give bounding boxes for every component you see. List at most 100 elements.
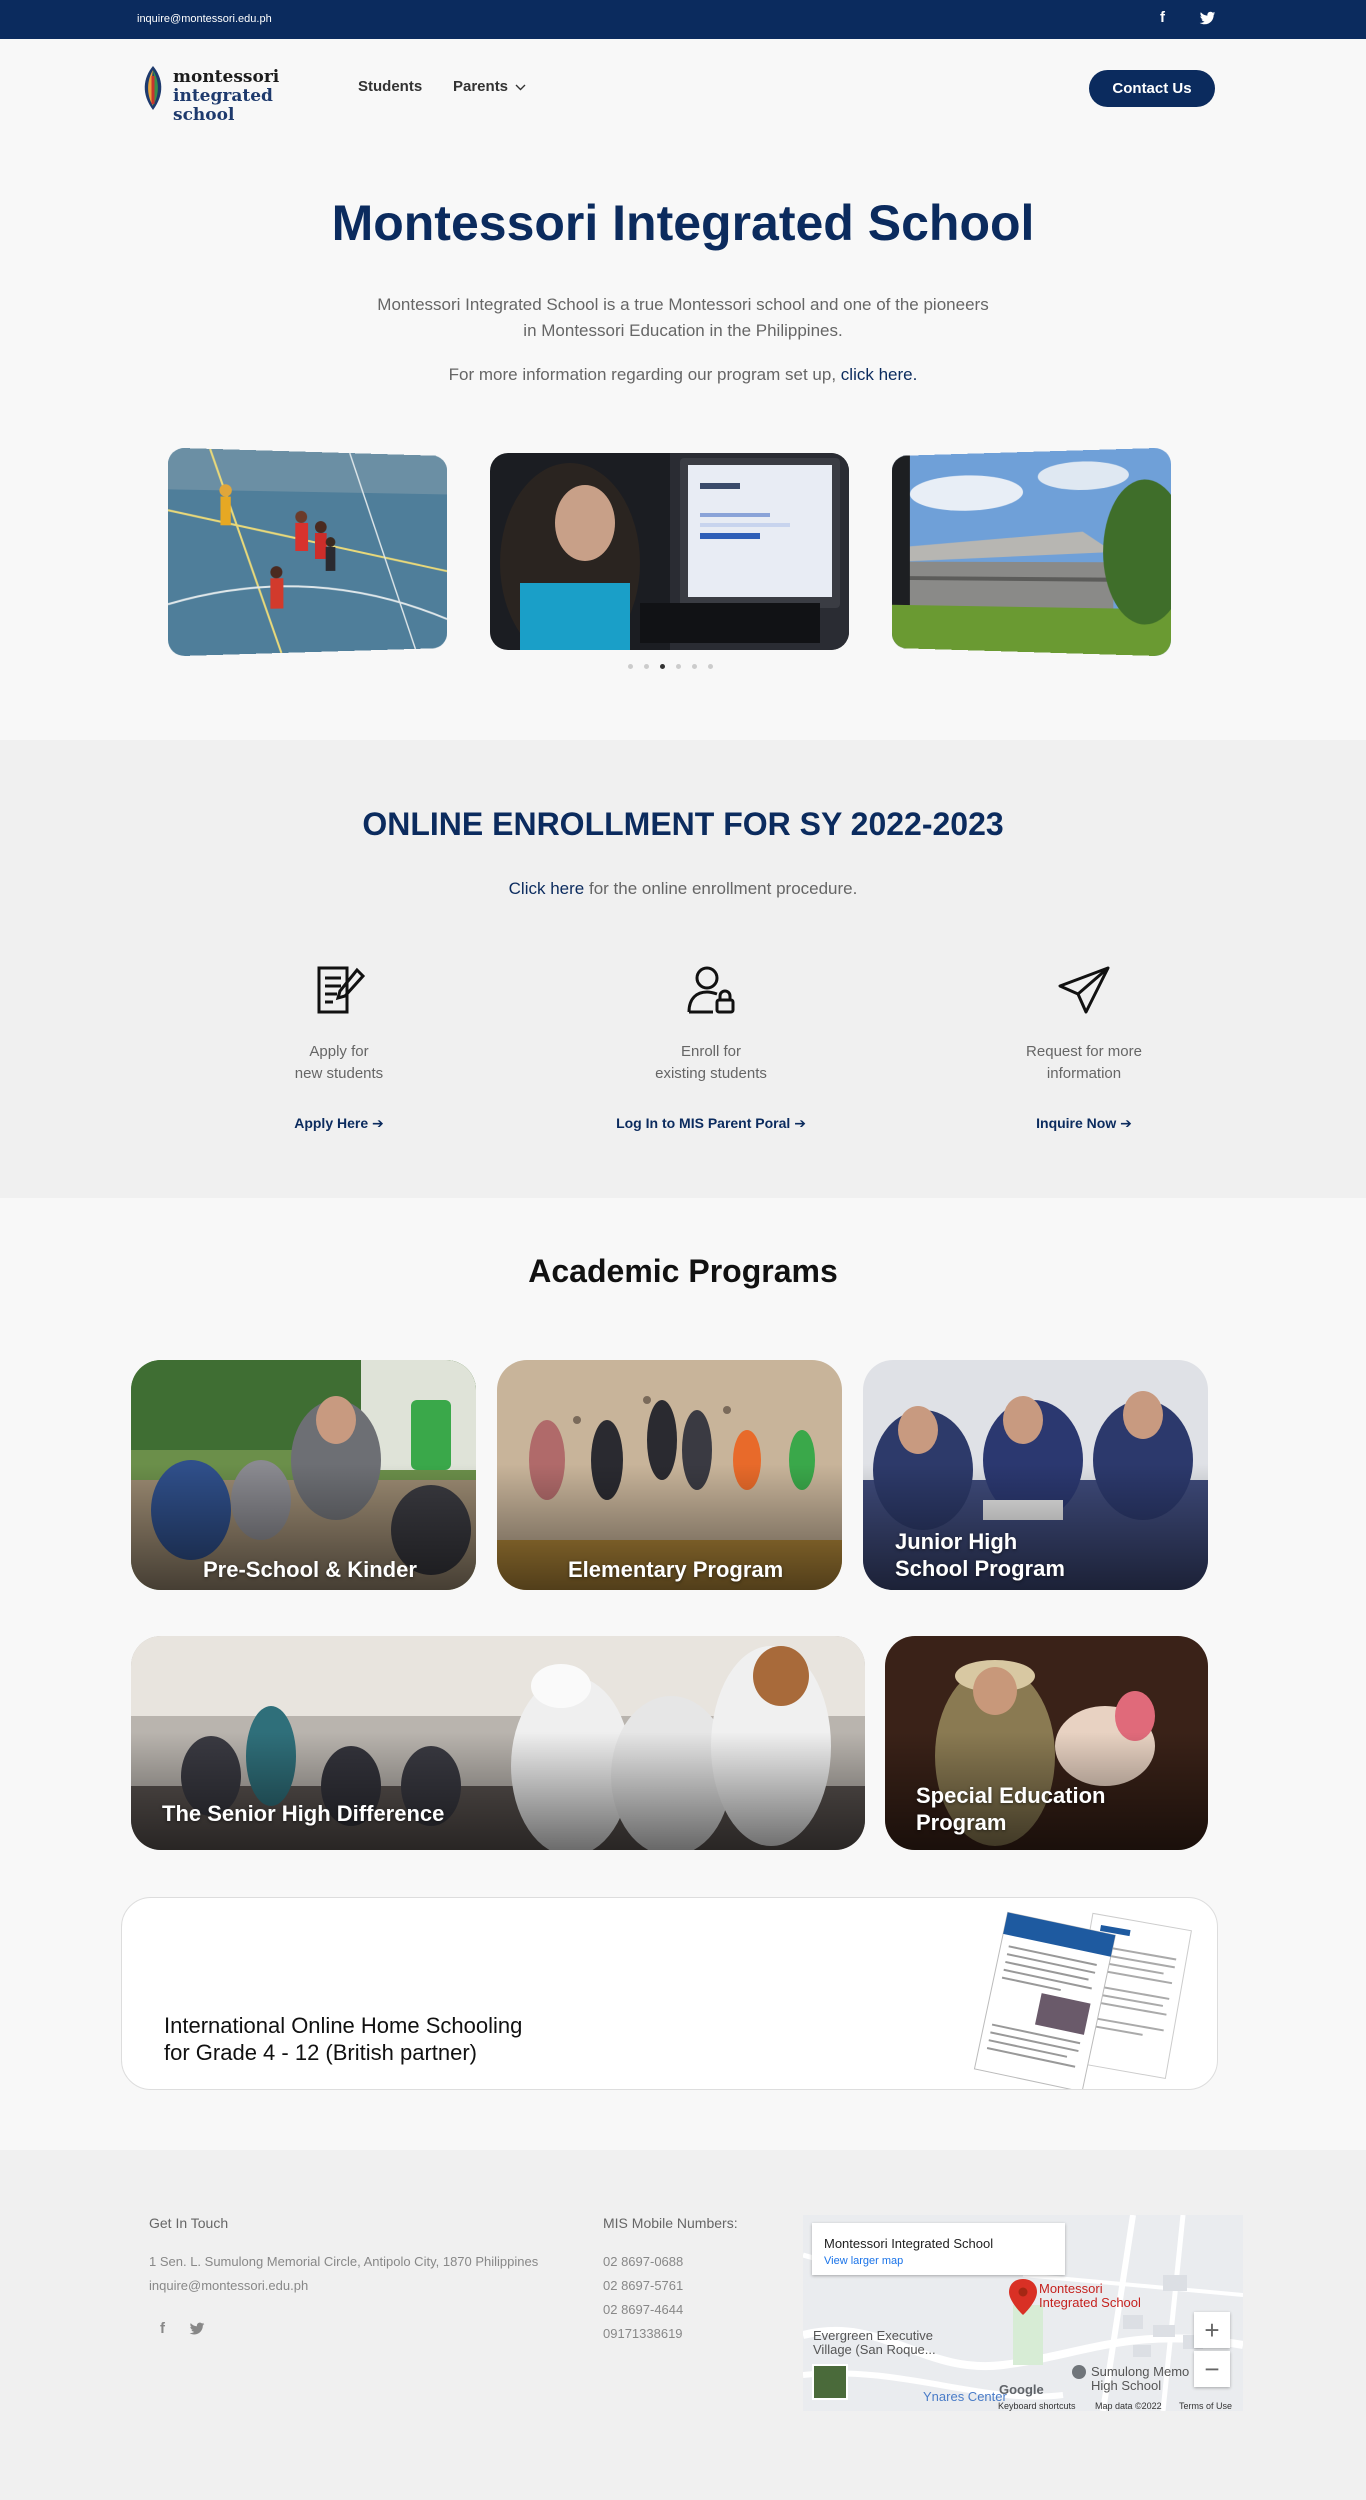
home-schooling-card[interactable]: International Online Home Schooling for … — [121, 1897, 1218, 2090]
arrow-right-icon: ➔ — [1120, 1115, 1132, 1131]
step-apply-line2: new students — [294, 1065, 384, 1082]
brochure-image — [973, 1911, 1192, 2089]
zoom-out-button[interactable]: − — [1194, 2351, 1230, 2387]
enrollment-subtitle: Click here for the online enrollment pro… — [0, 879, 1366, 899]
map-info-card: Montessori Integrated School View larger… — [812, 2223, 1065, 2275]
carousel-dot[interactable] — [628, 664, 633, 669]
program-card-junior-high[interactable]: Junior High School Program — [863, 1360, 1208, 1590]
nav-students[interactable]: Students — [358, 78, 422, 95]
card-label-junior-high: Junior High School Program — [895, 1528, 1065, 1582]
facebook-icon[interactable]: f — [160, 2320, 165, 2337]
map-label-sumulong-line1: Sumulong Memo — [1091, 2364, 1190, 2379]
map-pin-label-line2: Integrated School — [1039, 2295, 1141, 2310]
parent-portal-label: Log In to MIS Parent Poral — [616, 1115, 791, 1131]
twitter-icon[interactable] — [1199, 11, 1216, 26]
card-label-sped-line1: Special Education — [916, 1783, 1106, 1808]
nav-parents-label: Parents — [453, 78, 509, 95]
carousel-dot[interactable] — [644, 664, 649, 669]
card-label-sped-line2: Program — [916, 1810, 1007, 1835]
apply-here-label: Apply Here — [294, 1115, 369, 1131]
footer-email[interactable]: inquire@montessori.edu.ph — [149, 2278, 308, 2293]
footer-contact-info: 1 Sen. L. Sumulong Memorial Circle, Anti… — [149, 2250, 538, 2298]
top-bar: inquire@montessori.edu.ph f — [0, 0, 1366, 39]
step-inquire-line2: information — [1046, 1065, 1122, 1082]
document-pen-icon — [317, 966, 366, 1014]
student-computer-image — [490, 453, 849, 650]
view-larger-map-link[interactable]: View larger map — [824, 2255, 903, 2267]
carousel-dots — [628, 664, 713, 669]
footer-mobile-title: MIS Mobile Numbers: — [603, 2215, 738, 2231]
contact-us-button[interactable]: Contact Us — [1089, 70, 1215, 107]
map-label-sumulong-line2: High School — [1091, 2378, 1162, 2393]
program-card-special-education[interactable]: Special Education Program — [885, 1636, 1208, 1850]
map-label-evergreen-line1: Evergreen Executive — [813, 2328, 933, 2343]
program-card-preschool[interactable]: Pre-School & Kinder — [131, 1360, 476, 1590]
map-pin-label: Montessori Integrated School — [1039, 2282, 1141, 2310]
map-terms-link[interactable]: Terms of Use — [1179, 2401, 1232, 2411]
step-inquire-line1: Request for more — [1026, 1043, 1142, 1060]
map-label-ynares: Ynares Center — [923, 2389, 1007, 2404]
hero-description: Montessori Integrated School is a true M… — [377, 295, 989, 340]
facebook-icon[interactable]: f — [1160, 9, 1165, 26]
phone-number: 02 8697-0688 — [603, 2254, 684, 2269]
card-label-elementary: Elementary Program — [568, 1557, 784, 1582]
step-enroll-line2: existing students — [655, 1065, 767, 1082]
map-pin-label-line1: Montessori — [1039, 2281, 1103, 2296]
card-gradient — [131, 1732, 865, 1850]
card-label-preschool: Pre-School & Kinder — [203, 1557, 417, 1582]
apply-here-link[interactable]: Apply Here ➔ — [189, 1115, 489, 1132]
school-logo[interactable]: montessori integrated school — [137, 64, 317, 125]
carousel-dot-active[interactable] — [660, 664, 665, 669]
map-keyboard-shortcuts[interactable]: Keyboard shortcuts — [998, 2401, 1076, 2411]
enrollment-section: ONLINE ENROLLMENT FOR SY 2022-2023 Click… — [0, 740, 1366, 1198]
top-email-link[interactable]: inquire@montessori.edu.ph — [137, 13, 272, 25]
footer-phone-list: 02 8697-0688 02 8697-5761 02 8697-4644 0… — [603, 2250, 683, 2346]
carousel-slide-campus[interactable] — [891, 447, 1172, 657]
card-label-special-education: Special Education Program — [916, 1782, 1106, 1836]
basketball-court-image — [167, 447, 448, 657]
google-map[interactable]: Montessori Integrated School View larger… — [803, 2215, 1243, 2411]
phone-number: 02 8697-4644 — [603, 2302, 684, 2317]
map-label-evergreen-line2: Village (San Roque... — [813, 2342, 936, 2357]
enrollment-sub-rest: for the online enrollment procedure. — [588, 879, 858, 898]
step-apply: Apply for new students Apply Here ➔ — [189, 962, 489, 1132]
footer: Get In Touch 1 Sen. L. Sumulong Memorial… — [0, 2150, 1366, 2500]
map-data-credit: Map data ©2022 — [1095, 2401, 1162, 2411]
footer-address: 1 Sen. L. Sumulong Memorial Circle, Anti… — [149, 2254, 539, 2269]
map-label-evergreen: Evergreen Executive Village (San Roque..… — [813, 2329, 936, 2357]
carousel-slide-computer[interactable] — [490, 453, 849, 650]
campus-building-image — [891, 447, 1172, 657]
hero-more-prefix: For more information regarding our progr… — [448, 365, 837, 384]
carousel-slide-basketball[interactable] — [167, 447, 448, 657]
twitter-icon[interactable] — [189, 2322, 205, 2336]
phone-number: 09171338619 — [603, 2326, 683, 2341]
card-label-junior-high-line1: Junior High — [895, 1529, 1018, 1554]
carousel-dot[interactable] — [692, 664, 697, 669]
logo-line-2: integrated school — [173, 86, 273, 125]
carousel-dot[interactable] — [676, 664, 681, 669]
user-lock-icon — [687, 966, 735, 1014]
step-enroll: Enroll for existing students Log In to MI… — [561, 962, 861, 1132]
step-enroll-line1: Enroll for — [680, 1043, 742, 1060]
parent-portal-link[interactable]: Log In to MIS Parent Poral ➔ — [561, 1115, 861, 1132]
enrollment-click-here-link[interactable]: Click here — [509, 879, 585, 898]
google-logo: Google — [999, 2382, 1044, 2397]
step-apply-line1: Apply for — [309, 1043, 369, 1060]
program-card-senior-high[interactable]: The Senior High Difference — [131, 1636, 865, 1850]
hero-more-info: For more information regarding our progr… — [0, 365, 1366, 385]
arrow-right-icon: ➔ — [794, 1115, 806, 1131]
enrollment-title: ONLINE ENROLLMENT FOR SY 2022-2023 — [362, 806, 1004, 842]
program-card-elementary[interactable]: Elementary Program — [497, 1360, 842, 1590]
hero-click-here-link[interactable]: click here. — [841, 365, 918, 384]
map-label-sumulong: Sumulong Memo High School — [1091, 2365, 1189, 2393]
carousel-dot[interactable] — [708, 664, 713, 669]
phone-number: 02 8697-5761 — [603, 2278, 684, 2293]
footer-get-in-touch: Get In Touch — [149, 2215, 229, 2231]
map-place-name: Montessori Integrated School — [824, 2236, 994, 2251]
nav-parents[interactable]: Parents — [453, 78, 526, 95]
card-label-junior-high-line2: School Program — [895, 1556, 1065, 1581]
zoom-in-button[interactable]: + — [1194, 2312, 1230, 2348]
inquire-now-link[interactable]: Inquire Now ➔ — [934, 1115, 1234, 1132]
home-schooling-title: International Online Home Schooling for … — [164, 2012, 522, 2066]
page-title: Montessori Integrated School — [331, 195, 1035, 251]
